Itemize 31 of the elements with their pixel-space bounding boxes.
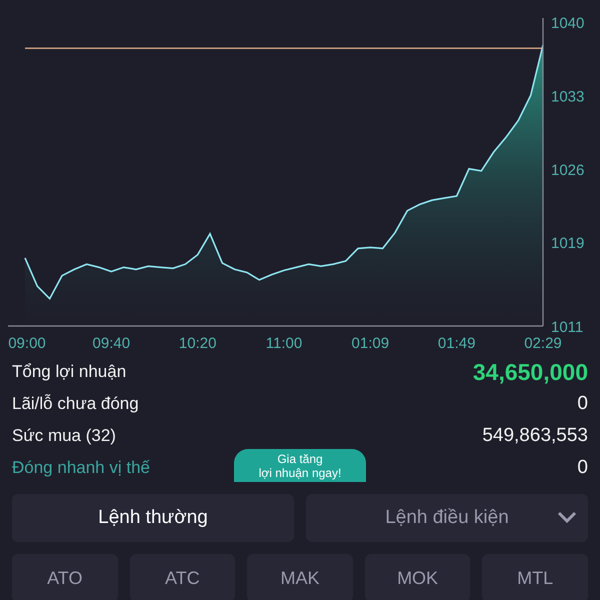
stat-value: 34,650,000 <box>472 358 588 386</box>
promo-text: Gia tăng <box>277 452 323 466</box>
order-type-button[interactable]: MOK <box>364 554 470 600</box>
order-type-button[interactable]: MTL <box>482 554 588 600</box>
promo-tab[interactable]: Gia tăng lợi nhuận ngay! <box>234 449 366 482</box>
order-type-button[interactable]: ATC <box>130 554 236 600</box>
y-axis-label: 1019 <box>551 235 584 252</box>
order-tab[interactable]: Lệnh thường <box>12 494 294 542</box>
stat-label: Lãi/lỗ chưa đóng <box>12 394 139 414</box>
y-axis-label: 1040 <box>551 15 584 32</box>
chevron-down-icon <box>556 509 578 525</box>
y-axis-label: 1026 <box>551 162 584 179</box>
x-axis-label: 02:29 <box>524 335 562 352</box>
order-type-button[interactable]: MAK <box>247 554 353 600</box>
x-axis-label: 09:40 <box>92 335 130 352</box>
promo-text: lợi nhuận ngay! <box>258 466 342 480</box>
x-axis-label: 01:49 <box>438 335 476 352</box>
stat-label: Tổng lợi nhuận <box>12 362 126 382</box>
stat-value: 549,863,553 <box>482 425 588 447</box>
y-axis-label: 1033 <box>551 88 584 106</box>
stat-value: 0 <box>577 457 588 479</box>
x-axis-label: 09:00 <box>8 335 46 352</box>
x-axis-label: 11:00 <box>266 335 302 352</box>
stat-label: Sức mua (32) <box>12 426 116 446</box>
x-axis-label: 10:20 <box>178 335 216 352</box>
order-type-button[interactable]: ATO <box>12 554 118 600</box>
y-axis-label: 1011 <box>551 319 584 336</box>
quick-close-link[interactable]: Đóng nhanh vị thế <box>12 458 150 478</box>
stat-value: 0 <box>577 393 588 415</box>
order-tab[interactable]: Lệnh điều kiện <box>306 494 588 542</box>
x-axis-label: 01:09 <box>352 335 390 352</box>
